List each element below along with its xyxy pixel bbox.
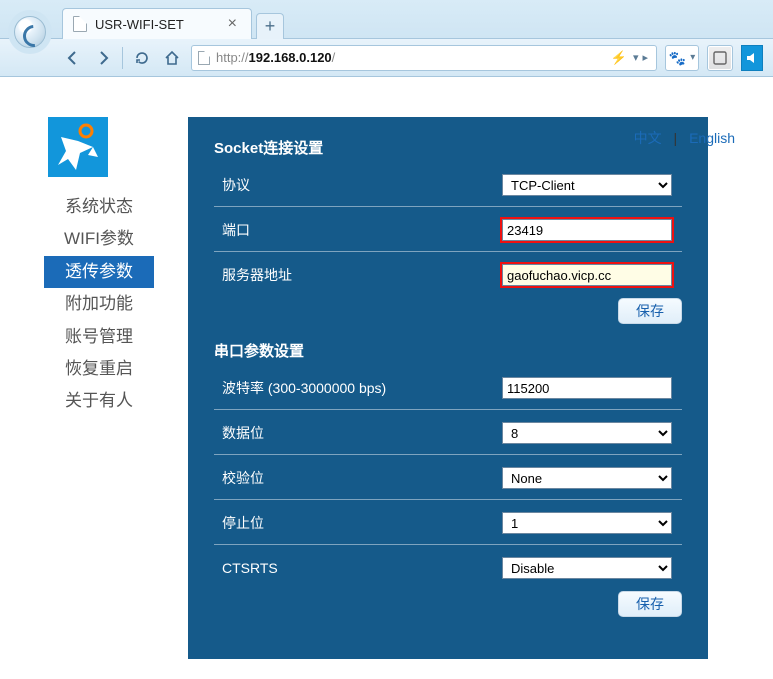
language-switch: 中文 | English bbox=[634, 128, 735, 148]
sidebar-item-label: 系统状态 bbox=[65, 197, 133, 216]
divider bbox=[214, 251, 682, 252]
parity-select[interactable]: None bbox=[502, 467, 672, 489]
sound-button[interactable] bbox=[741, 45, 763, 71]
port-input[interactable] bbox=[502, 219, 672, 241]
server-label: 服务器地址 bbox=[214, 265, 494, 285]
server-input[interactable] bbox=[502, 264, 672, 286]
serial-section-title: 串口参数设置 bbox=[214, 340, 682, 361]
extension-button[interactable] bbox=[707, 45, 733, 71]
divider bbox=[214, 454, 682, 455]
toolbar-separator bbox=[122, 47, 123, 69]
protocol-select[interactable]: TCP-Client bbox=[502, 174, 672, 196]
sidebar-item-label: 关于有人 bbox=[65, 391, 133, 410]
ctsrts-select[interactable]: Disable bbox=[502, 557, 672, 579]
search-engine-button[interactable]: 🐾 ▾ bbox=[665, 45, 699, 71]
forward-button[interactable] bbox=[92, 47, 114, 69]
sidebar-item-restore[interactable]: 恢复重启 bbox=[44, 353, 154, 385]
sidebar-item-label: WIFI参数 bbox=[64, 229, 134, 248]
sidebar-item-about[interactable]: 关于有人 bbox=[44, 385, 154, 417]
sidebar: 系统状态 WIFI参数 透传参数 附加功能 账号管理 恢复重启 关于有人 bbox=[44, 115, 154, 659]
stop-bits-select[interactable]: 1 bbox=[502, 512, 672, 534]
page-icon bbox=[73, 16, 87, 32]
protocol-label: 协议 bbox=[214, 175, 494, 195]
chevron-down-icon: ▾ bbox=[690, 52, 695, 63]
stop-bits-label: 停止位 bbox=[214, 513, 494, 533]
tab-title: USR-WIFI-SET bbox=[95, 17, 224, 32]
divider bbox=[214, 544, 682, 545]
reload-button[interactable] bbox=[131, 47, 153, 69]
home-button[interactable] bbox=[161, 47, 183, 69]
parity-label: 校验位 bbox=[214, 468, 494, 488]
sidebar-item-extra[interactable]: 附加功能 bbox=[44, 288, 154, 320]
sidebar-item-label: 透传参数 bbox=[65, 262, 133, 281]
socket-save-button[interactable]: 保存 bbox=[618, 298, 682, 324]
divider bbox=[214, 499, 682, 500]
new-tab-button[interactable]: + bbox=[256, 13, 284, 39]
divider bbox=[214, 409, 682, 410]
url-host: 192.168.0.120 bbox=[249, 50, 332, 65]
sidebar-item-status[interactable]: 系统状态 bbox=[44, 191, 154, 223]
quick-action-icon[interactable]: ⚡ bbox=[607, 50, 631, 66]
lang-separator: | bbox=[674, 130, 678, 146]
go-icon[interactable]: ▸ bbox=[640, 51, 650, 64]
sidebar-item-label: 附加功能 bbox=[65, 294, 133, 313]
sidebar-item-account[interactable]: 账号管理 bbox=[44, 321, 154, 353]
sidebar-item-wifi[interactable]: WIFI参数 bbox=[44, 223, 154, 255]
baud-input[interactable] bbox=[502, 377, 672, 399]
url-protocol: http:// bbox=[216, 50, 249, 65]
browser-app-icon bbox=[14, 16, 46, 48]
url-dropdown-icon[interactable]: ▾ bbox=[631, 51, 641, 64]
lang-en-link[interactable]: English bbox=[689, 130, 735, 146]
port-label: 端口 bbox=[214, 220, 494, 240]
lang-zh-link[interactable]: 中文 bbox=[634, 130, 662, 146]
data-bits-label: 数据位 bbox=[214, 423, 494, 443]
data-bits-select[interactable]: 8 bbox=[502, 422, 672, 444]
address-bar[interactable]: http:// 192.168.0.120 / ⚡ ▾ ▸ bbox=[191, 45, 657, 71]
serial-save-button[interactable]: 保存 bbox=[618, 591, 682, 617]
socket-section-title: Socket连接设置 bbox=[214, 137, 682, 158]
back-button[interactable] bbox=[62, 47, 84, 69]
paw-icon: 🐾 bbox=[669, 51, 686, 65]
divider bbox=[214, 206, 682, 207]
sidebar-item-label: 恢复重启 bbox=[65, 359, 133, 378]
sidebar-item-label: 账号管理 bbox=[65, 327, 133, 346]
main-panel: Socket连接设置 协议 TCP-Client 端口 服务器地址 bbox=[188, 117, 708, 659]
brand-logo bbox=[48, 117, 108, 177]
baud-label: 波特率 (300-3000000 bps) bbox=[214, 378, 494, 398]
serial-section: 串口参数设置 波特率 (300-3000000 bps) 数据位 8 校验位 N… bbox=[214, 340, 682, 621]
browser-tab[interactable]: USR-WIFI-SET × bbox=[62, 8, 252, 39]
socket-section: Socket连接设置 协议 TCP-Client 端口 服务器地址 bbox=[214, 137, 682, 328]
url-path: / bbox=[332, 50, 336, 65]
close-tab-icon[interactable]: × bbox=[224, 16, 241, 32]
sidebar-item-transparent[interactable]: 透传参数 bbox=[44, 256, 154, 288]
page-icon bbox=[198, 51, 210, 65]
